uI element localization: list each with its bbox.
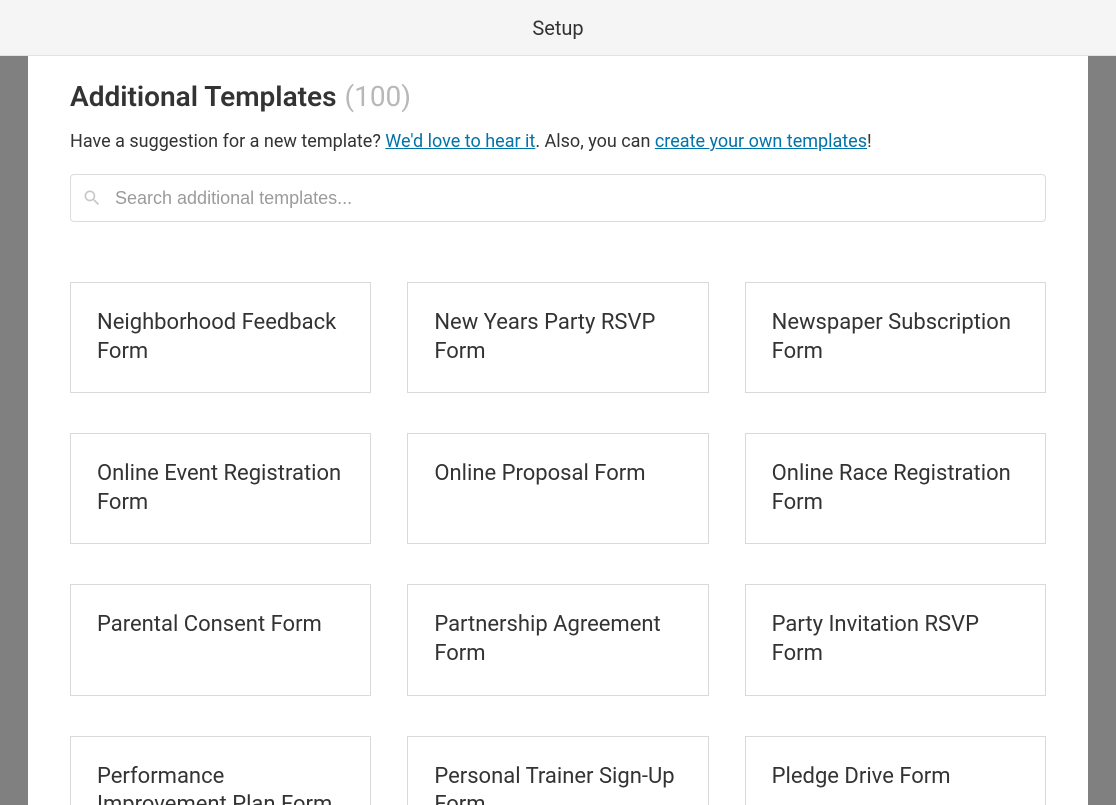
- template-card[interactable]: Online Event Registration Form: [70, 433, 371, 544]
- templates-grid: Neighborhood Feedback Form New Years Par…: [70, 282, 1046, 805]
- template-name: Online Race Registration Form: [772, 460, 1019, 517]
- template-card[interactable]: Pledge Drive Form: [745, 736, 1046, 805]
- topbar-title: Setup: [532, 16, 583, 40]
- intro-prefix: Have a suggestion for a new template?: [70, 131, 385, 152]
- template-card[interactable]: Partnership Agreement Form: [407, 584, 708, 695]
- template-name: Newspaper Subscription Form: [772, 309, 1019, 366]
- template-card[interactable]: Online Race Registration Form: [745, 433, 1046, 544]
- template-name: Online Proposal Form: [434, 460, 645, 489]
- topbar: Setup: [0, 0, 1116, 56]
- search-input[interactable]: [70, 174, 1046, 222]
- template-name: Parental Consent Form: [97, 611, 322, 640]
- template-name: Partnership Agreement Form: [434, 611, 681, 668]
- intro-mid: . Also, you can: [535, 131, 655, 152]
- templates-scroll[interactable]: Neighborhood Feedback Form New Years Par…: [70, 252, 1046, 805]
- suggestion-link[interactable]: We'd love to hear it: [385, 131, 535, 152]
- section-title: Additional Templates: [70, 80, 337, 113]
- template-name: Neighborhood Feedback Form: [97, 309, 344, 366]
- template-card[interactable]: Online Proposal Form: [407, 433, 708, 544]
- template-name: Party Invitation RSVP Form: [772, 611, 1019, 668]
- template-name: Pledge Drive Form: [772, 763, 951, 792]
- template-card[interactable]: Parental Consent Form: [70, 584, 371, 695]
- create-templates-link[interactable]: create your own templates: [655, 131, 867, 152]
- template-name: Personal Trainer Sign-Up Form: [434, 763, 681, 805]
- template-card[interactable]: New Years Party RSVP Form: [407, 282, 708, 393]
- template-name: New Years Party RSVP Form: [434, 309, 681, 366]
- intro-suffix: !: [867, 131, 872, 152]
- template-card[interactable]: Party Invitation RSVP Form: [745, 584, 1046, 695]
- section-count: (100): [345, 80, 412, 113]
- template-card[interactable]: Performance Improvement Plan Form: [70, 736, 371, 805]
- search-wrap: [70, 174, 1046, 222]
- setup-modal: Additional Templates (100) Have a sugges…: [28, 56, 1088, 805]
- intro-text: Have a suggestion for a new template? We…: [70, 131, 1046, 152]
- template-name: Performance Improvement Plan Form: [97, 763, 344, 805]
- search-icon: [82, 188, 102, 208]
- template-card[interactable]: Newspaper Subscription Form: [745, 282, 1046, 393]
- template-card[interactable]: Personal Trainer Sign-Up Form: [407, 736, 708, 805]
- modal-backdrop: Additional Templates (100) Have a sugges…: [0, 56, 1116, 805]
- template-card[interactable]: Neighborhood Feedback Form: [70, 282, 371, 393]
- template-name: Online Event Registration Form: [97, 460, 344, 517]
- section-heading: Additional Templates (100): [70, 80, 1046, 113]
